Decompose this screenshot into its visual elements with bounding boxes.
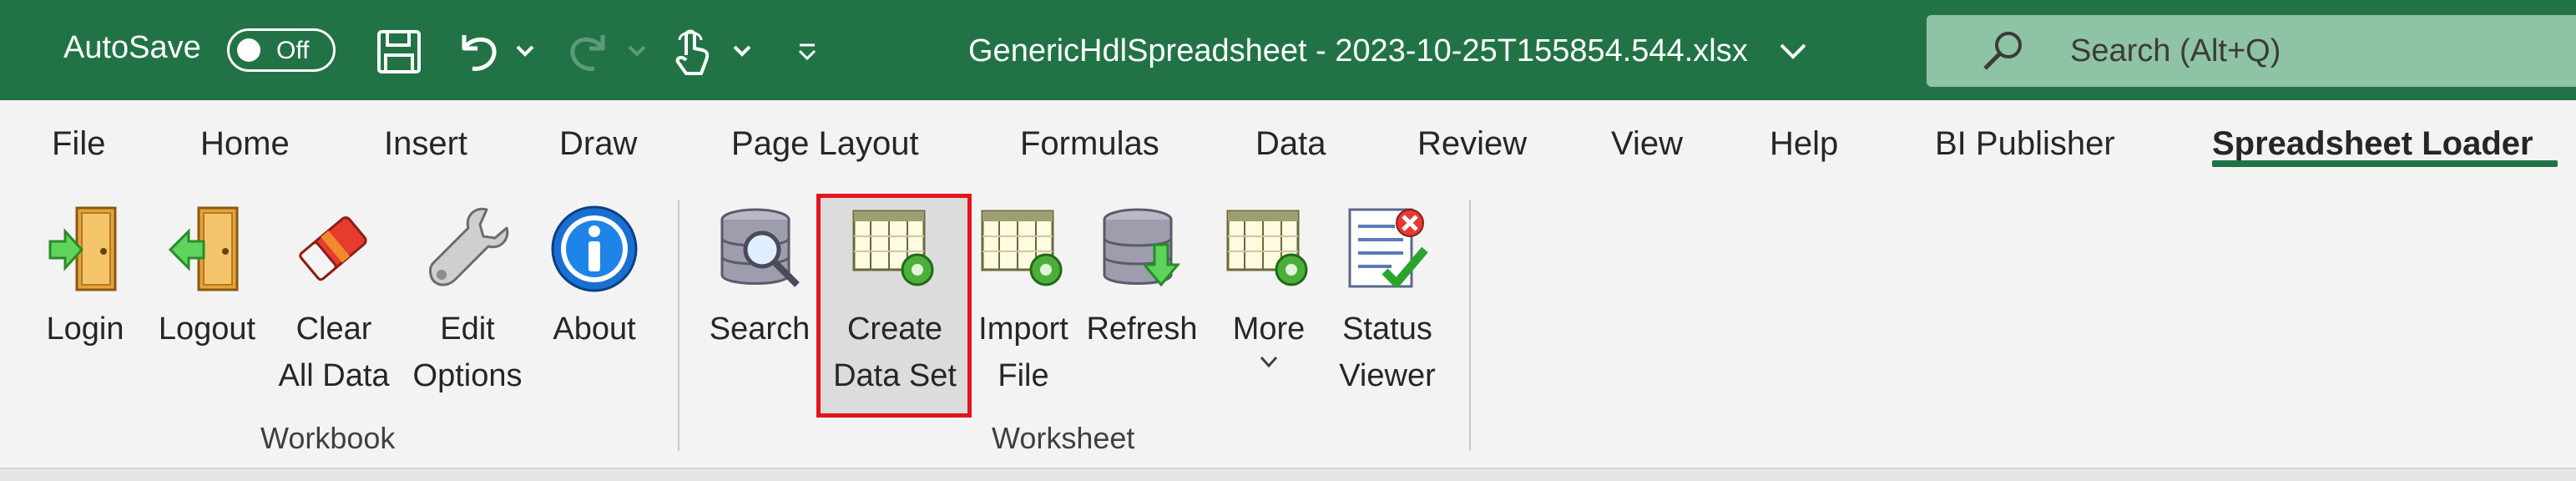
database-search-icon [710, 199, 810, 299]
ribbon-tabs: File Home Insert Draw Page Layout Formul… [0, 100, 2576, 182]
clear-label: Clear [295, 311, 372, 347]
workbook-group-label: Workbook [260, 421, 396, 455]
ribbon-panel: Login Logout Clear All Data Edit Options… [0, 182, 2576, 468]
logout-door-icon [157, 199, 257, 299]
login-button[interactable]: Login [35, 199, 135, 352]
customize-toolbar-icon[interactable] [793, 37, 821, 65]
group-separator [678, 200, 679, 451]
wrench-icon [417, 199, 518, 299]
status-label: Status [1342, 311, 1432, 347]
all-data-label: All Data [278, 358, 390, 393]
tab-spreadsheet-loader[interactable]: Spreadsheet Loader [2212, 125, 2533, 163]
undo-icon[interactable] [451, 25, 504, 78]
login-label: Login [46, 311, 124, 347]
tab-draw[interactable]: Draw [559, 125, 637, 163]
refresh-label: Refresh [1086, 311, 1198, 347]
options-label: Options [412, 358, 523, 393]
status-viewer-icon [1337, 199, 1437, 299]
tab-view[interactable]: View [1611, 125, 1683, 163]
search-box[interactable]: Search (Alt+Q) [1927, 15, 2576, 87]
more-options-icon [1219, 199, 1319, 299]
refresh-button[interactable]: Refresh [1086, 199, 1198, 352]
chevron-down-icon [1260, 356, 1278, 368]
title-bar: AutoSave Off GenericHdlSpreadsheet - 202… [0, 0, 2576, 100]
tab-page-layout[interactable]: Page Layout [731, 125, 919, 163]
tab-insert[interactable]: Insert [384, 125, 467, 163]
tab-home[interactable]: Home [200, 125, 290, 163]
more-button[interactable]: More [1217, 199, 1321, 372]
viewer-label: Viewer [1339, 358, 1436, 393]
search-icon [1983, 32, 2022, 70]
tab-data[interactable]: Data [1255, 125, 1326, 163]
database-refresh-icon [1092, 199, 1192, 299]
info-icon [544, 199, 644, 299]
status-viewer-button[interactable]: Status Viewer [1336, 199, 1439, 399]
import-label: Import [978, 311, 1068, 347]
data-set-label: Data Set [833, 358, 957, 393]
about-label: About [553, 311, 636, 347]
create-label: Create [846, 311, 943, 347]
title-dropdown-icon[interactable] [1776, 37, 1810, 67]
save-icon[interactable] [372, 25, 426, 78]
edit-label: Edit [440, 311, 495, 347]
tab-help[interactable]: Help [1770, 125, 1838, 163]
search-button[interactable]: Search [708, 199, 811, 352]
touch-mode-dropdown-icon[interactable] [728, 37, 756, 65]
import-file-icon [973, 199, 1073, 299]
search-placeholder: Search (Alt+Q) [2070, 33, 2281, 68]
tab-bi-publisher[interactable]: BI Publisher [1935, 125, 2115, 163]
worksheet-group-label: Worksheet [992, 421, 1135, 455]
more-label: More [1232, 311, 1306, 347]
clear-all-data-button[interactable]: Clear All Data [278, 199, 390, 399]
file-label: File [998, 358, 1049, 393]
tab-review[interactable]: Review [1417, 125, 1527, 163]
ribbon-bottom-border [0, 468, 2576, 481]
eraser-icon [284, 199, 384, 299]
search-label: Search [709, 311, 811, 347]
import-file-button[interactable]: Import File [972, 199, 1075, 399]
logout-button[interactable]: Logout [157, 199, 257, 352]
create-data-set-button[interactable]: Create Data Set [833, 199, 957, 399]
autosave-label: AutoSave [63, 30, 201, 65]
create-dataset-icon [845, 199, 945, 299]
edit-options-button[interactable]: Edit Options [413, 199, 522, 399]
undo-dropdown-icon[interactable] [511, 37, 539, 65]
toggle-knob [237, 38, 260, 62]
about-button[interactable]: About [544, 199, 644, 352]
autosave-toggle[interactable]: Off [227, 28, 336, 72]
redo-dropdown-icon [628, 45, 646, 57]
tab-file[interactable]: File [52, 125, 105, 163]
active-tab-indicator [2212, 160, 2558, 167]
login-door-icon [35, 199, 135, 299]
group-separator-end [1469, 200, 1471, 451]
touch-mode-icon[interactable] [664, 25, 718, 78]
tab-formulas[interactable]: Formulas [1020, 125, 1159, 163]
redo-icon [563, 25, 616, 78]
document-title[interactable]: GenericHdlSpreadsheet - 2023-10-25T15585… [968, 33, 1748, 69]
logout-label: Logout [158, 311, 256, 347]
autosave-state: Off [276, 37, 310, 64]
